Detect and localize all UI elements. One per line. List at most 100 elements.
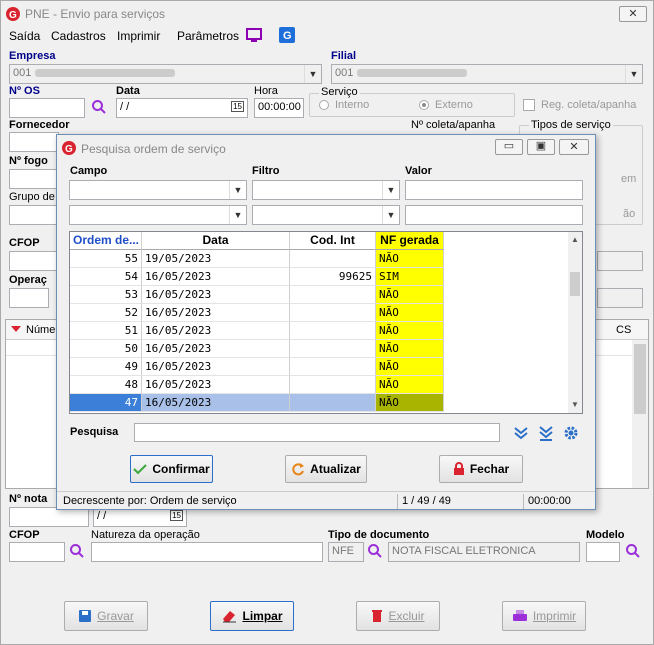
chevron-down-icon: ▼ <box>229 181 246 199</box>
calendar-icon[interactable]: 15 <box>231 101 244 112</box>
modelo-input[interactable] <box>586 542 620 562</box>
search-icon[interactable] <box>625 543 641 559</box>
natureza-label: Natureza da operação <box>91 529 200 541</box>
chevron-down-icon: ▼ <box>382 181 399 199</box>
calendar-icon[interactable]: 15 <box>170 510 183 521</box>
column-header-ordem[interactable]: Ordem de... <box>70 232 142 250</box>
excluir-button[interactable]: Excluir <box>356 601 440 631</box>
externo-radio[interactable] <box>419 100 429 110</box>
search-icon[interactable] <box>91 99 107 115</box>
menu-bar: Saída Cadastros Imprimir Parâmetros G <box>1 27 653 47</box>
column-header-nf-gerada[interactable]: NF gerada <box>376 232 444 250</box>
imprimir-button[interactable]: Imprimir <box>502 601 586 631</box>
filtro-select-1[interactable]: ▼ <box>252 180 400 200</box>
filial-select[interactable]: 001 ▼ <box>331 64 643 84</box>
menu-cadastros[interactable]: Cadastros <box>51 29 106 43</box>
os-input[interactable] <box>9 98 85 118</box>
results-grid[interactable]: Ordem de... Data Cod. Int NF gerada 55 19… <box>69 231 583 414</box>
cell-ordem: 55 <box>70 250 142 268</box>
search-icon[interactable] <box>367 543 383 559</box>
dialog-status-bar: Decrescente por: Ordem de serviço 1 / 49… <box>57 491 595 510</box>
cfop-top-input[interactable] <box>9 251 59 271</box>
close-window-button[interactable]: ✕ <box>619 6 647 22</box>
modelo-label: Modelo <box>586 529 625 541</box>
save-icon <box>79 610 92 622</box>
empresa-select[interactable]: 001 ▼ <box>9 64 322 84</box>
chevron-down-bottom-icon[interactable] <box>538 425 554 441</box>
menu-saida[interactable]: Saída <box>9 29 40 43</box>
table-row[interactable]: 53 16/05/2023 NÃO <box>70 286 568 304</box>
table-row[interactable]: 55 19/05/2023 NÃO <box>70 250 568 268</box>
table-row[interactable]: 49 16/05/2023 NÃO <box>70 358 568 376</box>
search-icon[interactable] <box>69 543 85 559</box>
chevron-down-icon: ▼ <box>625 65 642 83</box>
confirmar-button[interactable]: Confirmar <box>130 455 213 483</box>
cell-data: 16/05/2023 <box>142 376 290 394</box>
campo-select-2[interactable]: ▼ <box>69 205 247 225</box>
table-row[interactable]: 51 16/05/2023 NÃO <box>70 322 568 340</box>
operacao-input[interactable] <box>9 288 49 308</box>
table-row[interactable]: 54 16/05/2023 99625 SIM <box>70 268 568 286</box>
nota-input[interactable] <box>9 507 89 527</box>
double-chevron-down-icon[interactable] <box>513 425 529 441</box>
items-grid-scrollbar[interactable] <box>632 340 648 488</box>
reg-coleta-checkbox[interactable] <box>523 99 535 111</box>
minimize-button[interactable]: ▭ <box>495 139 523 155</box>
gear-icon[interactable] <box>563 425 579 441</box>
column-header-cod-int[interactable]: Cod. Int <box>290 232 376 250</box>
nota-date-input[interactable]: / /15 <box>93 507 187 527</box>
campo-select-1[interactable]: ▼ <box>69 180 247 200</box>
valor-input-1[interactable] <box>405 180 583 200</box>
atualizar-button[interactable]: Atualizar <box>285 455 367 483</box>
maximize-button[interactable]: ▣ <box>527 139 555 155</box>
valor-label: Valor <box>405 165 432 177</box>
cell-ordem: 53 <box>70 286 142 304</box>
fogo-input[interactable] <box>9 169 59 189</box>
cell-cod-int <box>290 376 376 394</box>
pesquisa-input[interactable] <box>134 423 500 442</box>
fechar-button[interactable]: Fechar <box>439 455 523 483</box>
filtro-select-2[interactable]: ▼ <box>252 205 400 225</box>
title-bar: G PNE - Envio para serviços ✕ <box>1 1 653 27</box>
grupo-input[interactable] <box>9 205 59 225</box>
gravar-button[interactable]: Gravar <box>64 601 148 631</box>
reg-coleta-label: Reg. coleta/apanha <box>541 99 637 111</box>
dialog-close-button[interactable]: ✕ <box>559 139 589 155</box>
cell-data: 16/05/2023 <box>142 304 290 322</box>
interno-radio[interactable] <box>319 100 329 110</box>
chevron-down-icon: ▼ <box>382 206 399 224</box>
column-header-data[interactable]: Data <box>142 232 290 250</box>
app-shortcut-icon[interactable]: G <box>279 27 295 43</box>
filtro-label: Filtro <box>252 165 280 177</box>
cell-cod-int <box>290 250 376 268</box>
maximize-icon: ▣ <box>535 140 547 152</box>
cell-ordem: 50 <box>70 340 142 358</box>
app-logo-icon: G <box>62 141 76 155</box>
natureza-input[interactable] <box>91 542 323 562</box>
menu-imprimir[interactable]: Imprimir <box>117 29 160 43</box>
scroll-down-icon[interactable]: ▼ <box>571 400 579 409</box>
valor-input-2[interactable] <box>405 205 583 225</box>
hora-input[interactable]: 00:00:00 <box>254 98 304 118</box>
table-row[interactable]: 52 16/05/2023 NÃO <box>70 304 568 322</box>
monitor-icon[interactable] <box>246 28 262 43</box>
data-input[interactable]: / /15 <box>116 98 248 118</box>
tipo-doc-desc: NOTA FISCAL ELETRONICA <box>388 542 580 562</box>
limpar-button[interactable]: Limpar <box>210 601 294 631</box>
cfop-input[interactable] <box>9 542 65 562</box>
fornecedor-input[interactable] <box>9 132 59 152</box>
scroll-thumb[interactable] <box>570 272 580 296</box>
table-row[interactable]: 47 16/05/2023 NÃO <box>70 394 568 412</box>
cell-data: 16/05/2023 <box>142 286 290 304</box>
tipo-doc-code-input[interactable]: NFE <box>328 542 364 562</box>
cell-cod-int: 99625 <box>290 268 376 286</box>
app-logo-icon: G <box>6 7 20 21</box>
table-row[interactable]: 48 16/05/2023 NÃO <box>70 376 568 394</box>
eraser-icon <box>223 611 237 623</box>
filial-label: Filial <box>331 50 357 62</box>
menu-parametros[interactable]: Parâmetros <box>177 29 239 43</box>
scroll-up-icon[interactable]: ▲ <box>571 235 579 244</box>
table-row[interactable]: 50 16/05/2023 NÃO <box>70 340 568 358</box>
status-count: 1 / 49 / 49 <box>397 494 521 509</box>
grid-scrollbar[interactable]: ▲ ▼ <box>568 232 582 413</box>
